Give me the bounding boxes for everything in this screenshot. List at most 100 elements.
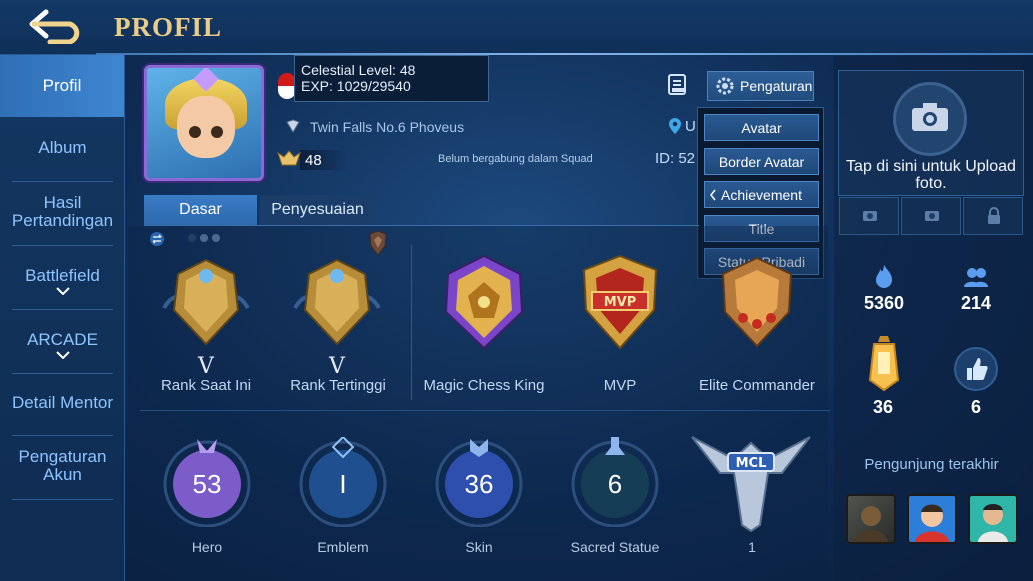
header-divider <box>96 53 1033 55</box>
mcl-trophy-icon[interactable]: MCL <box>690 433 812 533</box>
medal-label: Elite Commander <box>699 377 815 394</box>
squad-status: Belum bergabung dalam Squad <box>438 153 593 165</box>
menu-item-label: Border Avatar <box>718 153 805 170</box>
page-dot <box>200 234 208 242</box>
avatar[interactable] <box>144 65 264 181</box>
photo-slot[interactable] <box>839 197 899 235</box>
medal-label: Magic Chess King <box>423 377 545 394</box>
sidebar-item-label: Detail Mentor <box>11 393 114 412</box>
camera-icon <box>925 211 939 221</box>
sidebar-item-label: Album <box>38 138 87 157</box>
menu-item-achievement[interactable]: Achievement <box>704 181 819 208</box>
page-dots <box>188 234 220 242</box>
chevron-down-icon <box>55 351 70 359</box>
popularity-flame-icon <box>876 265 892 288</box>
divider <box>140 410 830 411</box>
sidebar-item-label: ARCADE <box>27 330 98 349</box>
chevron-left-icon <box>710 189 716 201</box>
medal-label: MVP <box>603 377 637 394</box>
celestial-level: 48 <box>305 152 322 169</box>
stat-label: 1 <box>748 539 756 555</box>
lock-icon <box>988 207 1000 224</box>
sidebar-item-album[interactable]: Album <box>6 139 119 157</box>
celestial-level-icon[interactable] <box>276 149 302 169</box>
rank-current-icon[interactable] <box>156 252 256 352</box>
sidebar-divider <box>12 309 113 310</box>
like-thumb-icon[interactable] <box>953 346 999 392</box>
followers-icon[interactable] <box>962 263 990 291</box>
stat-label: Sacred Statue <box>570 539 660 555</box>
photo-slot[interactable] <box>901 197 961 235</box>
sidebar-divider <box>12 373 113 374</box>
stat-label: Emblem <box>317 539 369 555</box>
mvp-badge-text: MVP <box>604 295 637 310</box>
settings-button[interactable]: Pengaturan <box>707 71 814 101</box>
tooltip-level: Celestial Level: 48 <box>301 62 416 78</box>
visitor-avatar-image <box>854 506 888 542</box>
rank-highest-icon[interactable] <box>287 252 387 352</box>
gear-icon <box>716 77 734 95</box>
player-title[interactable]: Twin Falls No.6 Phoveus <box>310 119 464 135</box>
medal-label: Rank Saat Ini <box>160 377 252 394</box>
rank-tier: V <box>198 354 214 379</box>
camera-icon <box>863 211 877 221</box>
rank-tier: V <box>329 354 345 379</box>
settings-button-label: Pengaturan <box>740 78 813 94</box>
page-dot <box>188 234 196 242</box>
medal-label: Rank Tertinggi <box>290 377 386 394</box>
stat-label: Skin <box>465 539 493 555</box>
sidebar-divider <box>12 245 113 246</box>
mvp-medal-icon[interactable]: MVP <box>570 252 670 352</box>
stat-value: 36 <box>464 469 494 499</box>
avatar-eye <box>189 126 201 138</box>
visitor-avatar[interactable] <box>907 494 957 544</box>
lantern-value: 36 <box>872 397 894 417</box>
sidebar-item-detail-mentor[interactable]: Detail Mentor <box>6 394 119 412</box>
title-badge-icon <box>286 119 300 133</box>
sidebar-item-arcade[interactable]: ARCADE <box>6 331 119 359</box>
visitor-avatar-image <box>915 504 949 542</box>
sidebar: Profil Album Hasil Pertandingan Battlefi… <box>0 55 125 581</box>
swap-icon[interactable] <box>150 232 164 246</box>
visitor-avatar[interactable] <box>846 494 896 544</box>
sidebar-item-pengaturan-akun[interactable]: Pengaturan Akun <box>6 448 119 484</box>
menu-item-label: Avatar <box>741 119 782 136</box>
stat-value: 6 <box>607 469 623 499</box>
likes-value: 6 <box>970 397 981 417</box>
level-tooltip: Celestial Level: 48 EXP: 1029/29540 <box>294 55 489 102</box>
back-arrow-icon[interactable] <box>28 8 90 44</box>
location-pin-icon <box>669 118 681 134</box>
popularity-value: 5360 <box>863 293 905 313</box>
sidebar-divider <box>12 435 113 436</box>
avatar-eye <box>211 126 223 138</box>
menu-item-avatar[interactable]: Avatar <box>704 114 819 141</box>
location-text: U <box>685 118 696 135</box>
sidebar-item-profil[interactable]: Profil <box>0 55 124 117</box>
avatar-face <box>177 96 235 158</box>
recent-visitors-title: Pengunjung terakhir <box>864 456 999 473</box>
visitor-avatar-image <box>978 504 1008 542</box>
photo-slot-locked[interactable] <box>963 197 1023 235</box>
sidebar-item-battlefield[interactable]: Battlefield <box>6 267 119 295</box>
stat-label: Hero <box>191 539 223 555</box>
upload-photo-text: Tap di sini untuk Upload foto. <box>846 158 1016 192</box>
sidebar-item-hasil-pertandingan[interactable]: Hasil Pertandingan <box>6 194 119 230</box>
player-id: ID: 52 <box>655 150 696 167</box>
camera-icon <box>912 103 948 131</box>
lantern-icon[interactable] <box>866 334 902 396</box>
menu-item-border-avatar[interactable]: Border Avatar <box>704 148 819 175</box>
sidebar-divider <box>12 181 113 182</box>
tab-dasar[interactable]: Dasar <box>144 195 257 225</box>
mcl-badge-text: MCL <box>736 456 767 471</box>
visitor-avatar[interactable] <box>968 494 1018 544</box>
sidebar-item-label: Pengaturan Akun <box>18 447 107 484</box>
page-dot <box>212 234 220 242</box>
sidebar-item-label: Battlefield <box>25 266 100 285</box>
elite-commander-icon[interactable] <box>707 252 807 352</box>
chevron-down-icon <box>55 287 70 295</box>
magic-chess-king-icon[interactable] <box>434 252 534 352</box>
tab-penyesuaian[interactable]: Penyesuaian <box>260 195 375 225</box>
stat-value: I <box>339 469 347 499</box>
copy-icon[interactable] <box>666 73 690 97</box>
sidebar-item-label: Profil <box>42 76 82 95</box>
